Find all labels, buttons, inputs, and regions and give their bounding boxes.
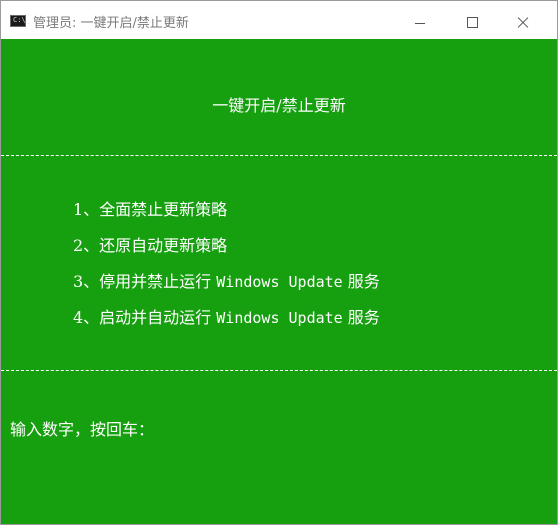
minimize-button[interactable]: [397, 1, 443, 39]
console-window: C:\_ 管理员: 一键开启/禁止更新 一键开启/禁止更新 1、全面禁止更新策略…: [0, 0, 558, 525]
title-bar[interactable]: C:\_ 管理员: 一键开启/禁止更新: [1, 1, 557, 39]
option-3-service-name: Windows Update: [216, 273, 343, 291]
close-button[interactable]: [499, 1, 545, 39]
menu-option-2: 2、还原自动更新策略: [73, 236, 380, 272]
dashed-divider-top: [1, 155, 557, 156]
option-2-text: 2、还原自动更新策略: [73, 236, 228, 255]
minimize-icon: [415, 23, 425, 24]
input-prompt[interactable]: 输入数字，按回车：: [10, 416, 154, 440]
menu-option-4: 4、启动并自动运行 Windows Update 服务: [73, 308, 380, 344]
option-list: 1、全面禁止更新策略 2、还原自动更新策略 3、停用并禁止运行 Windows …: [73, 200, 380, 344]
console-output[interactable]: 一键开启/禁止更新 1、全面禁止更新策略 2、还原自动更新策略 3、停用并禁止运…: [1, 39, 557, 524]
dashed-divider-bottom: [1, 370, 557, 371]
maximize-icon: [467, 17, 478, 28]
option-3-text: 3、停用并禁止运行: [73, 272, 217, 291]
option-4-text: 4、启动并自动运行: [73, 308, 217, 327]
maximize-button[interactable]: [449, 1, 495, 39]
menu-option-3: 3、停用并禁止运行 Windows Update 服务: [73, 272, 380, 308]
cmd-console-icon[interactable]: C:\_: [10, 15, 30, 27]
window-title: 管理员: 一键开启/禁止更新: [33, 16, 189, 31]
option-4-suffix: 服务: [342, 308, 380, 327]
option-4-service-name: Windows Update: [216, 309, 343, 327]
console-icon-glyph: C:\_: [13, 16, 30, 24]
option-1-text: 1、全面禁止更新策略: [73, 200, 228, 219]
option-3-suffix: 服务: [342, 272, 380, 291]
menu-option-1: 1、全面禁止更新策略: [73, 200, 380, 236]
console-heading: 一键开启/禁止更新: [212, 96, 346, 115]
